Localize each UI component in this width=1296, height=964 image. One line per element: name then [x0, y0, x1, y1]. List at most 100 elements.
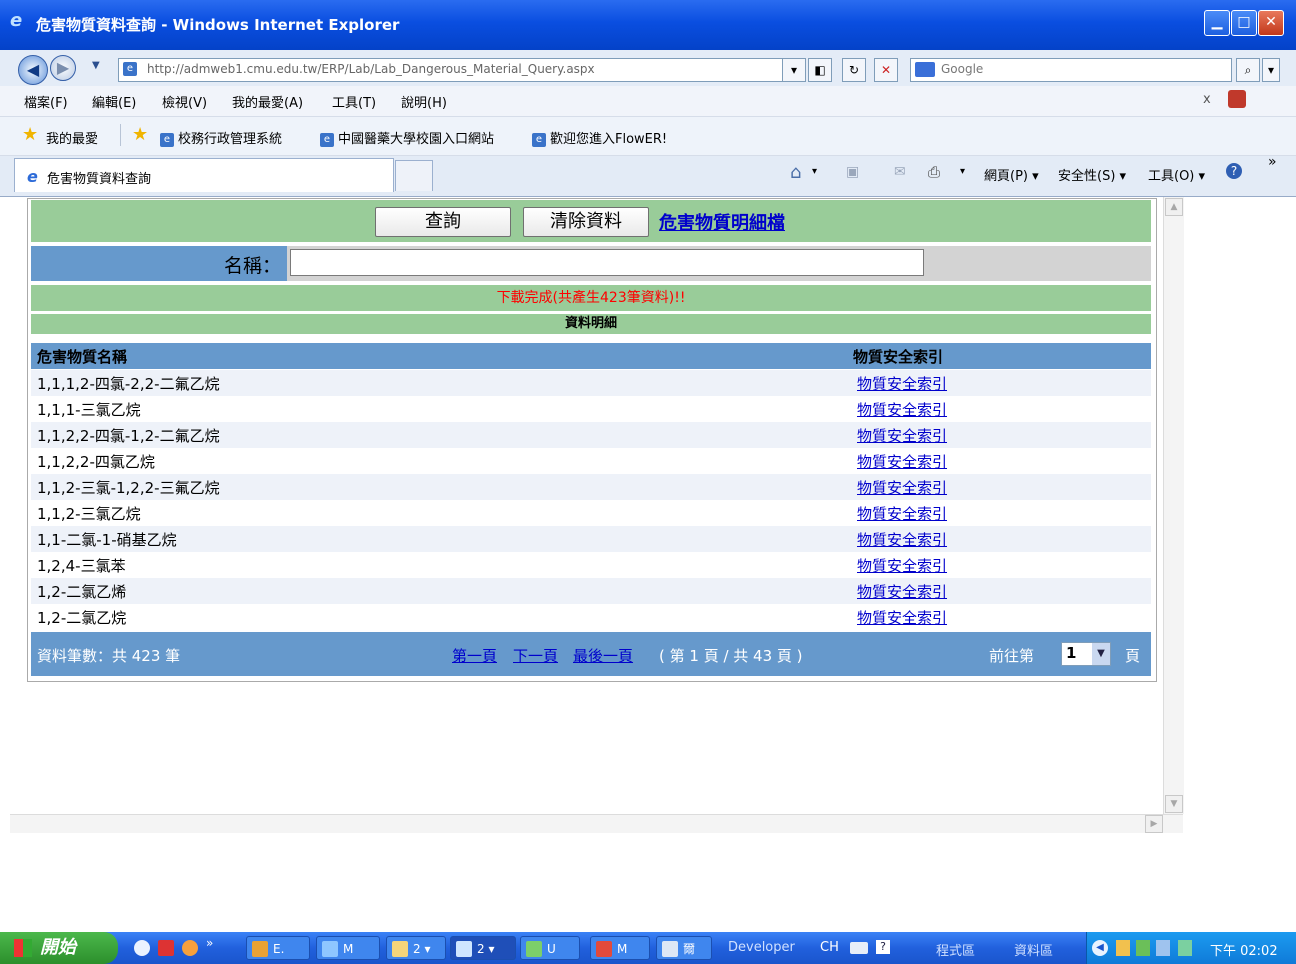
- help-icon[interactable]: ?: [1226, 163, 1242, 179]
- history-dropdown-icon[interactable]: ▼: [92, 60, 100, 71]
- command-safety[interactable]: 安全性(S) ▾: [1058, 165, 1126, 184]
- menubar-close-icon[interactable]: x: [1203, 92, 1211, 107]
- command-tools[interactable]: 工具(O) ▾: [1148, 165, 1205, 184]
- tray-monitor-icon[interactable]: [1156, 940, 1170, 956]
- start-button[interactable]: 開始: [0, 932, 118, 964]
- vertical-scrollbar[interactable]: ▲ ▼: [1163, 197, 1184, 814]
- search-icon[interactable]: ⌕: [1236, 58, 1260, 82]
- tray-status-icon[interactable]: [1178, 940, 1192, 956]
- scroll-down-icon[interactable]: ▼: [1165, 795, 1183, 813]
- detail-header: 資料明細: [31, 314, 1151, 334]
- refresh-icon[interactable]: ↻: [842, 58, 866, 82]
- menu-tools[interactable]: 工具(T): [332, 92, 376, 111]
- safety-index-link[interactable]: 物質安全索引: [857, 373, 947, 394]
- detail-file-link[interactable]: 危害物質明細檔: [659, 209, 785, 235]
- safety-index-link[interactable]: 物質安全索引: [857, 529, 947, 550]
- window-title: 危害物質資料查詢 - Windows Internet Explorer: [36, 16, 400, 34]
- print-icon[interactable]: ⎙: [928, 163, 940, 181]
- app-icon: [322, 941, 338, 957]
- safety-index-link[interactable]: 物質安全索引: [857, 607, 947, 628]
- substance-name: 1,1,2,2-四氯乙烷: [37, 453, 155, 471]
- page-suffix: 頁: [1125, 647, 1141, 665]
- query-button[interactable]: 查詢: [375, 207, 511, 237]
- next-page-link[interactable]: 下一頁: [513, 645, 558, 666]
- menu-view[interactable]: 檢視(V): [162, 92, 207, 111]
- tray-expand-icon[interactable]: ◀: [1092, 940, 1108, 956]
- first-page-link[interactable]: 第一頁: [452, 645, 497, 666]
- safety-index-link[interactable]: 物質安全索引: [857, 477, 947, 498]
- clock[interactable]: 下午 02:02: [1210, 940, 1278, 959]
- stop-icon[interactable]: ✕: [874, 58, 898, 82]
- taskbar-item[interactable]: M: [316, 936, 380, 960]
- help-icon[interactable]: ?: [876, 940, 890, 954]
- home-icon[interactable]: ⌂: [790, 162, 801, 183]
- tab-active[interactable]: e 危害物質資料查詢: [14, 158, 394, 192]
- print-dropdown-icon[interactable]: ▾: [960, 166, 965, 177]
- fav-link-portal[interactable]: e 中國醫藥大學校園入口網站: [320, 128, 494, 147]
- toolbar-data[interactable]: 資料區: [1014, 940, 1053, 959]
- safety-index-link[interactable]: 物質安全索引: [857, 503, 947, 524]
- network-icon[interactable]: [1136, 940, 1150, 956]
- maximize-button[interactable]: □: [1231, 10, 1257, 36]
- taskbar-item[interactable]: 2 ▾: [386, 936, 446, 960]
- menu-edit[interactable]: 編輯(E): [92, 92, 136, 111]
- name-label-cell: 名稱：: [31, 246, 287, 281]
- address-bar[interactable]: e http://admweb1.cmu.edu.tw/ERP/Lab/Lab_…: [118, 58, 806, 82]
- favorites-star-icon[interactable]: ★: [22, 124, 38, 145]
- pdf-addon-icon[interactable]: [1228, 90, 1246, 108]
- taskbar-item[interactable]: 2 ▾: [450, 936, 516, 960]
- chevron-more-icon[interactable]: »: [206, 936, 213, 950]
- taskbar-item[interactable]: U: [520, 936, 580, 960]
- search-input[interactable]: Google: [910, 58, 1232, 82]
- taskbar-item[interactable]: M: [590, 936, 650, 960]
- taskbar-item[interactable]: E.: [246, 936, 310, 960]
- taskbar-item-label: 2 ▾: [413, 942, 431, 956]
- safety-index-link[interactable]: 物質安全索引: [857, 555, 947, 576]
- compatibility-icon[interactable]: ◧: [808, 58, 832, 82]
- back-icon[interactable]: ◀: [18, 55, 48, 85]
- add-favorite-icon[interactable]: ★: [132, 124, 148, 145]
- close-button[interactable]: ✕: [1258, 10, 1284, 36]
- safety-index-link[interactable]: 物質安全索引: [857, 581, 947, 602]
- menu-file[interactable]: 檔案(F): [24, 92, 68, 111]
- last-page-link[interactable]: 最後一頁: [573, 645, 633, 666]
- minimize-button[interactable]: ▁: [1204, 10, 1230, 36]
- safety-index-link[interactable]: 物質安全索引: [857, 399, 947, 420]
- tray-app-icon[interactable]: [1116, 940, 1130, 956]
- toolbar-programs[interactable]: 程式區: [936, 940, 975, 959]
- keyboard-icon[interactable]: [850, 942, 868, 954]
- fav-link-flower[interactable]: e 歡迎您進入FlowER!: [532, 128, 667, 147]
- command-page[interactable]: 網頁(P) ▾: [984, 165, 1039, 184]
- quicklaunch-app-icon[interactable]: [158, 940, 174, 956]
- fav-link-admin[interactable]: e 校務行政管理系統: [160, 128, 282, 147]
- quicklaunch-ie-icon[interactable]: [134, 940, 150, 956]
- name-input[interactable]: [290, 249, 924, 276]
- scroll-up-icon[interactable]: ▲: [1165, 198, 1183, 216]
- home-dropdown-icon[interactable]: ▾: [812, 166, 817, 177]
- safety-index-link[interactable]: 物質安全索引: [857, 425, 947, 446]
- menu-help[interactable]: 說明(H): [401, 92, 447, 111]
- toolbar-developer[interactable]: Developer: [728, 940, 795, 955]
- taskbar-item[interactable]: 爾: [656, 936, 712, 960]
- scroll-right-icon[interactable]: ▶: [1145, 815, 1163, 833]
- chevron-more-icon[interactable]: »: [1268, 154, 1277, 170]
- safety-index-link[interactable]: 物質安全索引: [857, 451, 947, 472]
- clear-button[interactable]: 清除資料: [523, 207, 649, 237]
- feeds-icon[interactable]: ▣: [846, 164, 859, 180]
- folder-icon: [392, 941, 408, 957]
- new-tab-button[interactable]: [395, 160, 433, 191]
- address-dropdown-icon[interactable]: ▾: [782, 58, 806, 82]
- page-icon: e: [160, 132, 174, 147]
- horizontal-scrollbar[interactable]: ▶: [10, 814, 1183, 833]
- mail-icon[interactable]: ✉: [894, 164, 906, 180]
- favorites-label[interactable]: 我的最愛: [46, 128, 98, 147]
- search-options-icon[interactable]: ▾: [1262, 58, 1280, 82]
- menu-favorites[interactable]: 我的最愛(A): [232, 92, 303, 111]
- substance-name: 1,1,1-三氯乙烷: [37, 401, 141, 419]
- ie-tab-icon: e: [27, 167, 38, 186]
- substance-name: 1,2-二氯乙烷: [37, 609, 127, 627]
- forward-icon[interactable]: ▶: [50, 55, 76, 81]
- language-indicator[interactable]: CH: [820, 940, 839, 955]
- page-select[interactable]: 1 ▼: [1061, 642, 1111, 666]
- quicklaunch-app2-icon[interactable]: [182, 940, 198, 956]
